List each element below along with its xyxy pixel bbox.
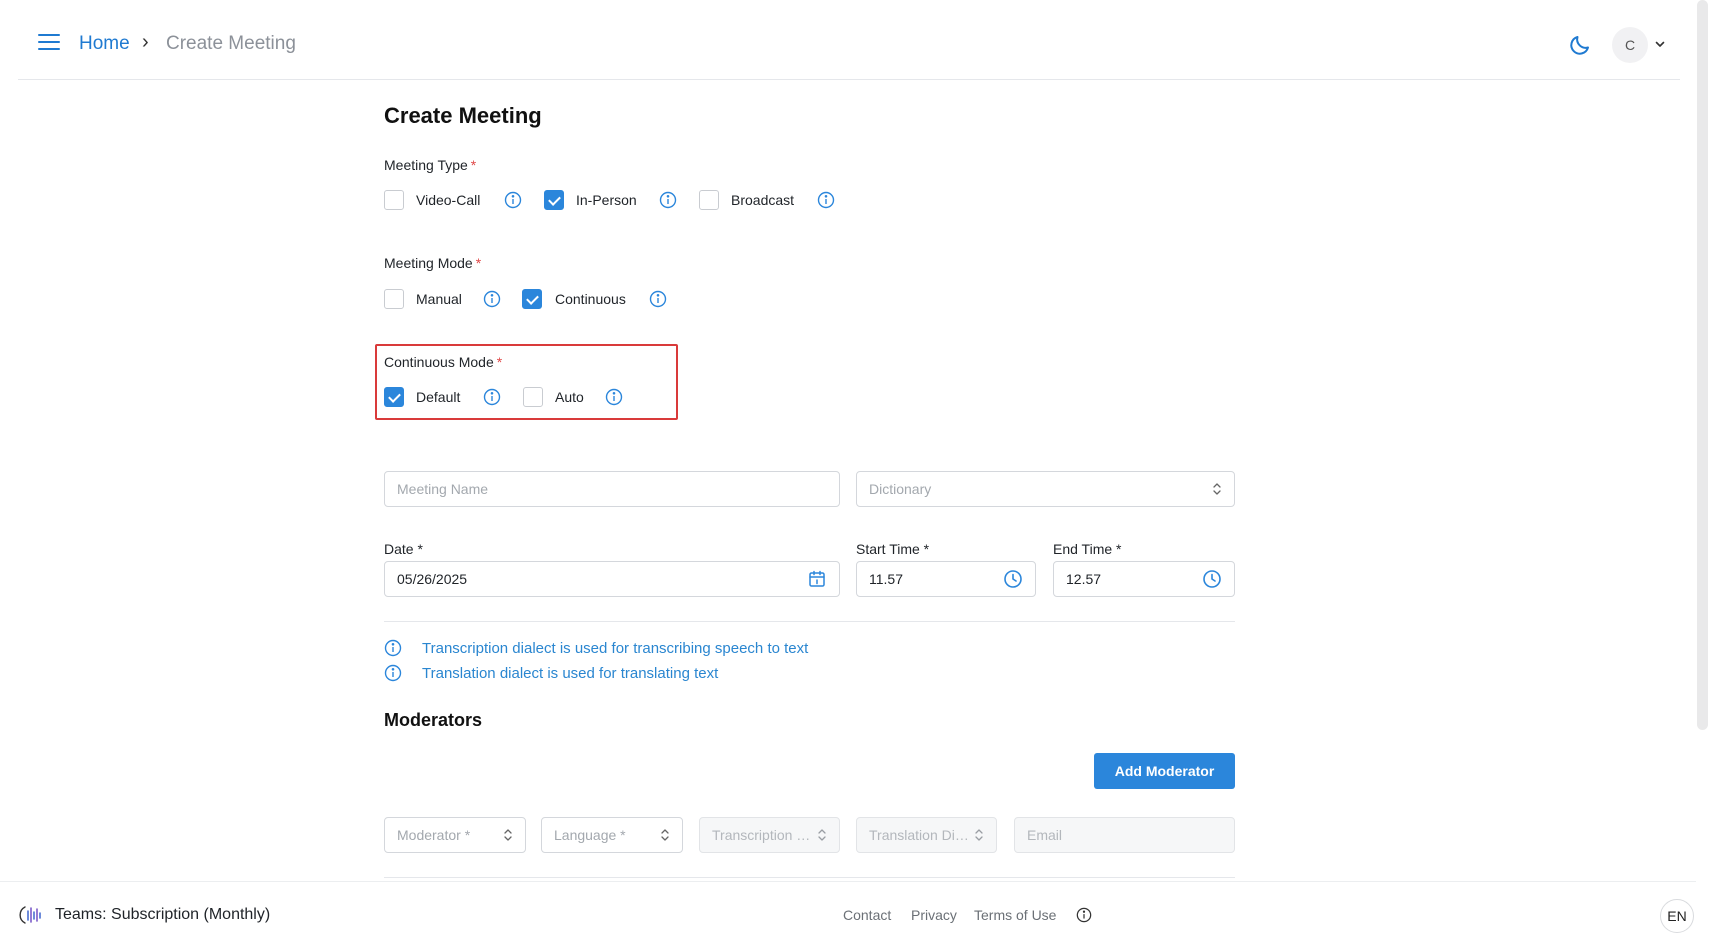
transcription-note: Transcription dialect is used for transc… — [384, 637, 808, 659]
breadcrumb-chevron-icon: › — [142, 31, 149, 53]
end-time-value: 12.57 — [1066, 571, 1102, 587]
in-person-label: In-Person — [576, 192, 637, 208]
email-placeholder: Email — [1027, 827, 1063, 843]
language-switch-button[interactable]: EN — [1660, 899, 1694, 933]
calendar-icon[interactable] — [807, 569, 827, 589]
required-mark: * — [475, 255, 482, 271]
language-code: EN — [1667, 908, 1687, 924]
dictionary-placeholder: Dictionary — [869, 481, 932, 497]
video-call-label: Video-Call — [416, 192, 481, 208]
manual-label: Manual — [416, 291, 462, 307]
auto-label: Auto — [555, 389, 584, 405]
info-icon[interactable] — [483, 388, 501, 406]
moderators-title: Moderators — [384, 710, 483, 730]
info-icon[interactable] — [1076, 907, 1092, 923]
team-subscription-text: Teams: Subscription (Monthly) — [55, 906, 271, 923]
required-mark: * — [496, 354, 503, 370]
clock-icon[interactable] — [1003, 569, 1023, 589]
broadcast-label: Broadcast — [731, 192, 795, 208]
meeting-mode-label: Meeting Mode * — [384, 255, 481, 271]
date-value: 05/26/2025 — [397, 571, 468, 587]
broadcast-checkbox[interactable] — [699, 190, 719, 210]
start-time-input[interactable]: 11.57 — [856, 561, 1036, 597]
footer-privacy-link[interactable]: Privacy — [911, 907, 957, 923]
meeting-mode-label-text: Meeting Mode — [384, 255, 473, 271]
date-input[interactable]: 05/26/2025 — [384, 561, 840, 597]
user-avatar[interactable]: C — [1612, 27, 1648, 63]
in-person-checkbox[interactable] — [544, 190, 564, 210]
info-icon[interactable] — [504, 191, 522, 209]
language-select[interactable]: Language * — [541, 817, 683, 853]
select-arrows-icon — [1213, 483, 1221, 495]
start-time-label: Start Time * — [856, 541, 930, 557]
info-icon[interactable] — [649, 290, 667, 308]
transcription-dialect-select[interactable]: Transcription D... — [699, 817, 840, 853]
info-icon — [384, 664, 402, 682]
moderators-divider — [384, 877, 1235, 878]
chevron-down-icon[interactable] — [1654, 38, 1666, 50]
clock-icon[interactable] — [1202, 569, 1222, 589]
default-label: Default — [416, 389, 461, 405]
email-input[interactable]: Email — [1014, 817, 1235, 853]
translation-dialect-placeholder: Translation Dial... — [869, 827, 974, 843]
meeting-name-placeholder: Meeting Name — [397, 481, 489, 497]
manual-checkbox[interactable] — [384, 289, 404, 309]
team-logo-icon — [19, 906, 41, 924]
end-time-label: End Time * — [1053, 541, 1122, 557]
section-divider — [384, 621, 1235, 622]
avatar-initial: C — [1624, 37, 1636, 53]
info-icon[interactable] — [817, 191, 835, 209]
add-moderator-button[interactable]: Add Moderator — [1094, 753, 1235, 789]
translation-note: Translation dialect is used for translat… — [384, 662, 718, 684]
continuous-label: Continuous — [555, 291, 626, 307]
top-header: Home › Create Meeting C — [18, 0, 1680, 80]
footer-contact-link[interactable]: Contact — [843, 907, 891, 923]
page-title: Create Meeting — [384, 103, 542, 128]
continuous-mode-label: Continuous Mode * — [384, 354, 502, 370]
start-time-value: 11.57 — [869, 571, 903, 587]
hamburger-menu-icon[interactable] — [38, 34, 60, 52]
auto-checkbox[interactable] — [523, 387, 543, 407]
breadcrumb-home-link[interactable]: Home — [79, 33, 130, 55]
translation-dialect-select[interactable]: Translation Dial... — [856, 817, 997, 853]
meeting-name-input[interactable]: Meeting Name — [384, 471, 840, 507]
dictionary-select[interactable]: Dictionary — [856, 471, 1235, 507]
page-scrollbar[interactable] — [1697, 0, 1708, 730]
select-arrows-icon — [818, 829, 826, 841]
select-arrows-icon — [661, 829, 669, 841]
breadcrumb-current: Create Meeting — [166, 33, 296, 54]
language-placeholder: Language * — [554, 827, 626, 843]
transcription-note-text: Transcription dialect is used for transc… — [422, 639, 809, 657]
translation-note-text: Translation dialect is used for translat… — [422, 664, 719, 682]
info-icon[interactable] — [605, 388, 623, 406]
select-arrows-icon — [975, 829, 983, 841]
info-icon — [384, 639, 402, 657]
default-checkbox[interactable] — [384, 387, 404, 407]
select-arrows-icon — [504, 829, 512, 841]
continuous-checkbox[interactable] — [522, 289, 542, 309]
meeting-type-label-text: Meeting Type — [384, 157, 468, 173]
required-mark: * — [470, 157, 477, 173]
meeting-type-label: Meeting Type * — [384, 157, 476, 173]
date-label: Date * — [384, 541, 423, 557]
footer: Teams: Subscription (Monthly) Contact Pr… — [0, 881, 1696, 945]
moderator-placeholder: Moderator * — [397, 827, 471, 843]
footer-terms-link[interactable]: Terms of Use — [974, 907, 1056, 923]
moon-icon[interactable] — [1568, 33, 1592, 57]
info-icon[interactable] — [659, 191, 677, 209]
app-root: Home › Create Meeting C Create Meeting M… — [0, 0, 1710, 945]
info-icon[interactable] — [483, 290, 501, 308]
transcription-dialect-placeholder: Transcription D... — [712, 827, 817, 843]
moderator-select[interactable]: Moderator * — [384, 817, 526, 853]
continuous-mode-label-text: Continuous Mode — [384, 354, 494, 370]
end-time-input[interactable]: 12.57 — [1053, 561, 1235, 597]
video-call-checkbox[interactable] — [384, 190, 404, 210]
